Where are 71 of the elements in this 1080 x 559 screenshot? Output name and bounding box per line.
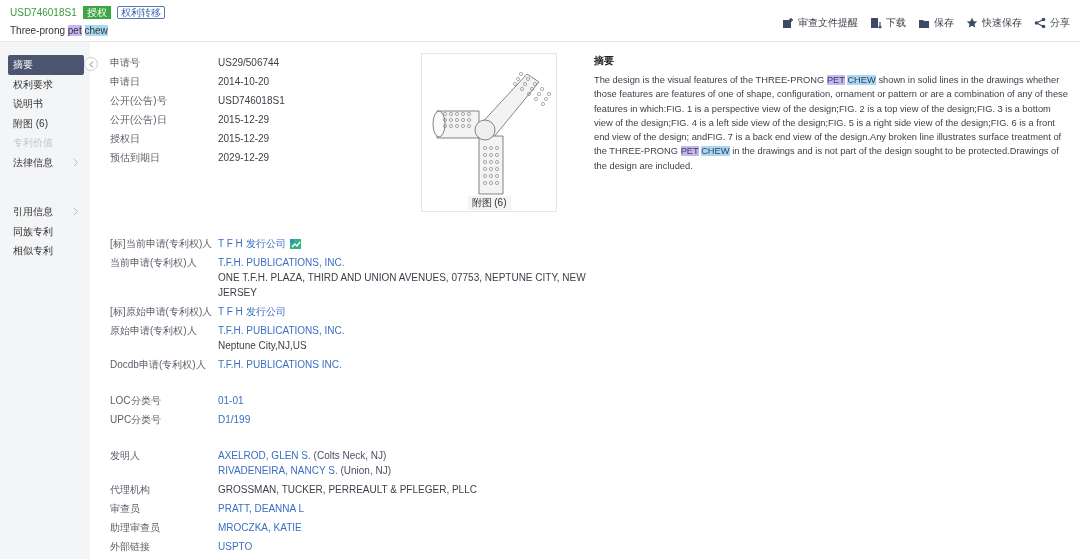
field-value: 2014-10-20	[218, 75, 270, 89]
value-link[interactable]: T.F.H. PUBLICATIONS, INC.	[218, 255, 345, 270]
value-link[interactable]: T.F.H. PUBLICATIONS, INC.	[218, 323, 345, 338]
field-label: 原始申请(专利权)人	[110, 324, 198, 338]
sidebar-item[interactable]: 相似专利	[8, 241, 84, 261]
patent-title: Three-prong pet chew	[10, 24, 109, 38]
value-link[interactable]: MROCZKA, KATIE	[218, 520, 302, 535]
value-link[interactable]: 01-01	[218, 393, 244, 408]
toolbar-button[interactable]: 快速保存	[966, 15, 1022, 30]
value-link[interactable]: AXELROD, GLEN S.	[218, 450, 311, 461]
field-value: 2015-12-29	[218, 113, 270, 127]
value-link[interactable]: T F H 发行公司	[218, 236, 286, 251]
star-icon	[966, 16, 978, 29]
field-value: GROSSMAN, TUCKER, PERREAULT & PFLEGER, PLLC	[218, 483, 477, 497]
field-label: 发明人	[110, 449, 141, 463]
field-value: 2015-12-29	[218, 132, 270, 146]
value-link[interactable]: D1/199	[218, 412, 251, 427]
patent-number: USD746018S1	[10, 6, 77, 20]
sidebar-item[interactable]: 权利要求	[8, 74, 84, 94]
field-value: Neptune City,NJ,US	[218, 339, 307, 353]
field-label: 当前申请(专利权)人	[110, 256, 198, 270]
chevron-left-icon	[88, 60, 94, 68]
figure-card[interactable]: 附图 (6)	[421, 53, 557, 212]
field-label: LOC分类号	[110, 394, 162, 408]
sidebar-item[interactable]: 摘要	[8, 55, 84, 75]
toolbar-button[interactable]: 下载	[870, 15, 906, 30]
field-label: 申请号	[110, 56, 141, 70]
field-value: AXELROD, GLEN S. (Colts Neck, NJ)	[218, 449, 387, 463]
sidebar-item[interactable]: 说明书	[8, 94, 84, 114]
toolbar-button[interactable]: 审查文件提醒	[782, 15, 858, 30]
field-value: US29/506744	[218, 56, 280, 70]
sidebar-item[interactable]: 法律信息	[8, 152, 84, 172]
field-label: 公开(公告)号	[110, 94, 168, 108]
field-value: RIVADENEIRA, NANCY S. (Union, NJ)	[218, 464, 392, 478]
value-link[interactable]: T F H 发行公司	[218, 304, 286, 319]
company-flag-icon	[289, 238, 301, 249]
value-link[interactable]: USPTO	[218, 539, 253, 554]
download-icon	[870, 16, 882, 29]
field-label: Docdb申请(专利权)人	[110, 358, 207, 372]
sidebar-item[interactable]: 同族专利	[8, 221, 84, 241]
field-label: 外部链接	[110, 540, 151, 554]
field-label: UPC分类号	[110, 413, 163, 427]
field-value: ONE T.F.H. PLAZA, THIRD AND UNION AVENUES, 07753, NEPTUNE CITY, NEW JERSEY	[218, 271, 587, 300]
figure-caption: 附图 (6)	[467, 196, 511, 210]
sidebar-item[interactable]: 引用信息	[8, 202, 84, 222]
chevron-right-icon	[73, 157, 79, 167]
value-link[interactable]: T.F.H. PUBLICATIONS INC.	[218, 357, 342, 372]
field-label: 授权日	[110, 132, 141, 146]
value-link[interactable]: PRATT, DEANNA L	[218, 501, 304, 516]
abstract-heading: 摘要	[594, 54, 615, 68]
share-icon	[1034, 16, 1046, 29]
collapse-button[interactable]	[84, 57, 98, 71]
value-link[interactable]: RIVADENEIRA, NANCY S.	[218, 465, 338, 476]
field-value: 2029-12-29	[218, 151, 270, 165]
status-badge: 权利转移	[116, 6, 165, 19]
field-label: 公开(公告)日	[110, 113, 168, 127]
toolbar-button[interactable]: 分享	[1034, 15, 1070, 30]
field-value: USD746018S1	[218, 94, 285, 108]
field-label: 助理审查员	[110, 521, 161, 535]
toolbar-button[interactable]: 保存	[918, 15, 954, 30]
field-label: 申请日	[110, 75, 141, 89]
field-label: [标]当前申请(专利权)人	[110, 237, 214, 251]
sidebar-item[interactable]: 附图 (6)	[8, 113, 84, 133]
field-label: [标]原始申请(专利权)人	[110, 305, 214, 319]
abstract-text: The design is the visual features of the THREE-PRONG PET CHEW shown in solid lines in the drawings whether those features are features of one of shape, configuration, ornament or pattern or are a combination of any of these features in which:FIG. 1 is a perspective view of the design;FIG. 2 is a top view of the design;FIG. 3 is a bottom view of the design;FIG. 4 is a left side view of the design;FIG. 5 is a right side view of the design;FIG. 6 is a front end view of the design; andFIG. 7 is a back end view of the design.Any broken line illustrates surface treatment of the THREE-PRONG PET CHEW in the drawings and is not part of the design sought to be protected.Drawings of the design are included.	[594, 74, 1069, 173]
document-alert-icon	[782, 16, 794, 29]
chevron-right-icon	[73, 207, 79, 217]
field-label: 审查员	[110, 502, 141, 516]
status-badge: 授权	[82, 6, 111, 19]
field-label: 代理机构	[110, 483, 151, 497]
field-label: 预估到期日	[110, 151, 161, 165]
